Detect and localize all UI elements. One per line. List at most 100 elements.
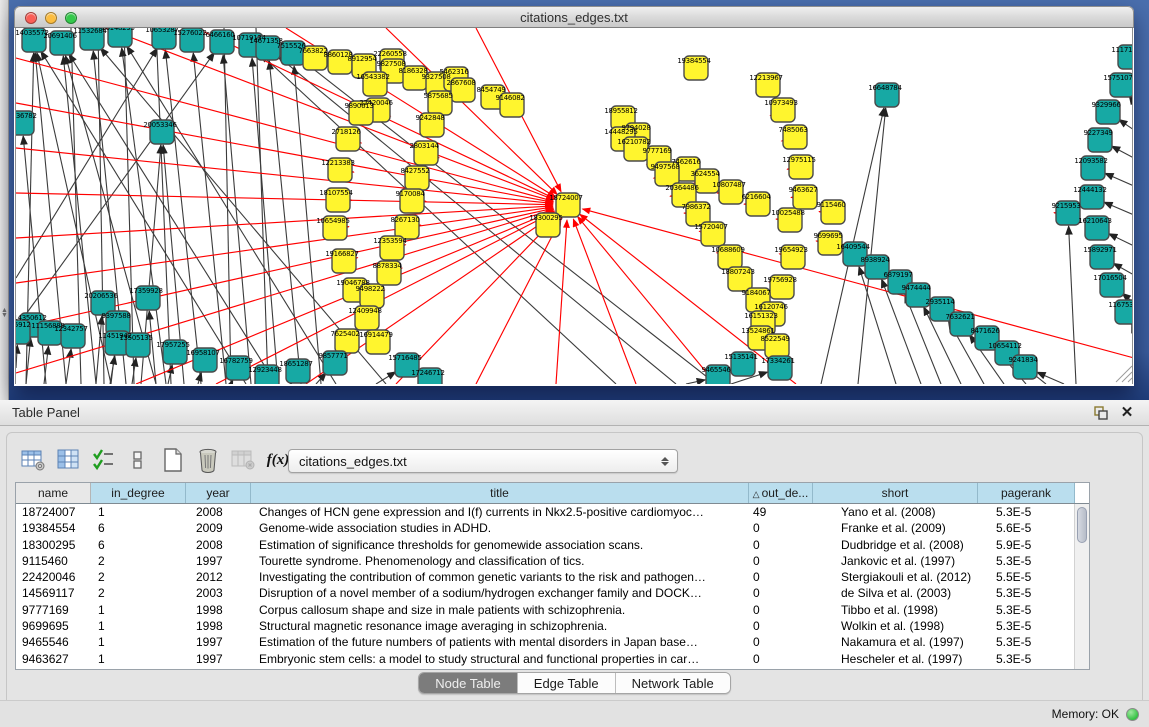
table-cell[interactable]: Nakamura et al. (1997): [813, 634, 978, 650]
table-cell[interactable]: 9699695: [16, 618, 91, 634]
tab-edge-table[interactable]: Edge Table: [518, 673, 616, 693]
column-header-year[interactable]: year: [186, 483, 251, 503]
table-cell[interactable]: 49: [749, 504, 813, 520]
table-cell[interactable]: 5.3E-5: [978, 585, 1075, 601]
table-select-dropdown[interactable]: citations_edges.txt: [288, 449, 678, 473]
table-cell[interactable]: 0: [749, 585, 813, 601]
table-row[interactable]: 1938455462009Genome-wide association stu…: [16, 520, 1089, 536]
row-height-button[interactable]: [123, 446, 153, 474]
table-cell[interactable]: 9777169: [16, 602, 91, 618]
table-cell[interactable]: 0: [749, 569, 813, 585]
table-row[interactable]: 969969511998Structural magnetic resonanc…: [16, 618, 1089, 634]
network-window-titlebar[interactable]: citations_edges.txt: [14, 6, 1134, 28]
column-header-short[interactable]: short: [813, 483, 978, 503]
tab-network-table[interactable]: Network Table: [616, 673, 730, 693]
table-cell[interactable]: Disruption of a novel member of a sodium…: [251, 585, 749, 601]
table-cell[interactable]: 5.3E-5: [978, 504, 1075, 520]
table-row[interactable]: 946362711997Embryonic stem cells: a mode…: [16, 651, 1089, 667]
table-cell[interactable]: 1: [91, 602, 186, 618]
table-settings-button[interactable]: [18, 446, 48, 474]
network-view-window[interactable]: citations_edges.txt 1403557220: [14, 6, 1134, 386]
table-cell[interactable]: Dudbridge et al. (2008): [813, 537, 978, 553]
table-cell[interactable]: 6: [91, 537, 186, 553]
table-cell[interactable]: 5.3E-5: [978, 553, 1075, 569]
table-cell[interactable]: 14569117: [16, 585, 91, 601]
citation-network-graph[interactable]: 1403557220691406115326841614829510653287…: [16, 28, 1133, 384]
table-cell[interactable]: 2: [91, 553, 186, 569]
table-cell[interactable]: Tibbo et al. (1998): [813, 602, 978, 618]
table-cell[interactable]: 0: [749, 634, 813, 650]
table-cell[interactable]: 5.5E-5: [978, 569, 1075, 585]
table-cell[interactable]: 5.3E-5: [978, 634, 1075, 650]
show-columns-button[interactable]: [53, 446, 83, 474]
table-cell[interactable]: Investigating the contribution of common…: [251, 569, 749, 585]
scrollbar-thumb[interactable]: [1077, 507, 1087, 543]
delete-column-button[interactable]: [228, 446, 258, 474]
table-cell[interactable]: 9115460: [16, 553, 91, 569]
table-cell[interactable]: Tourette syndrome. Phenomenology and cla…: [251, 553, 749, 569]
minimize-window-button[interactable]: [45, 12, 57, 24]
table-row[interactable]: 1830029562008Estimation of significance …: [16, 537, 1089, 553]
table-cell[interactable]: 2009: [186, 520, 251, 536]
table-cell[interactable]: 5.6E-5: [978, 520, 1075, 536]
table-cell[interactable]: 2012: [186, 569, 251, 585]
table-cell[interactable]: Wolkin et al. (1998): [813, 618, 978, 634]
table-cell[interactable]: 0: [749, 520, 813, 536]
table-cell[interactable]: Corpus callosum shape and size in male p…: [251, 602, 749, 618]
table-row[interactable]: 977716911998Corpus callosum shape and si…: [16, 602, 1089, 618]
table-cell[interactable]: 0: [749, 537, 813, 553]
delete-table-button[interactable]: [193, 446, 223, 474]
table-cell[interactable]: Stergiakouli et al. (2012): [813, 569, 978, 585]
table-cell[interactable]: 9465546: [16, 634, 91, 650]
table-cell[interactable]: Franke et al. (2009): [813, 520, 978, 536]
table-cell[interactable]: 5.3E-5: [978, 618, 1075, 634]
table-cell[interactable]: Yano et al. (2008): [813, 504, 978, 520]
table-cell[interactable]: 1: [91, 504, 186, 520]
table-cell[interactable]: Changes of HCN gene expression and I(f) …: [251, 504, 749, 520]
table-cell[interactable]: 1: [91, 634, 186, 650]
new-table-button[interactable]: [158, 446, 188, 474]
table-cell[interactable]: 2003: [186, 585, 251, 601]
table-cell[interactable]: 22420046: [16, 569, 91, 585]
table-cell[interactable]: 1: [91, 618, 186, 634]
table-cell[interactable]: 2: [91, 569, 186, 585]
column-header-in_degree[interactable]: in_degree: [91, 483, 186, 503]
table-cell[interactable]: Embryonic stem cells: a model to study s…: [251, 651, 749, 667]
table-cell[interactable]: Structural magnetic resonance image aver…: [251, 618, 749, 634]
table-cell[interactable]: 18724007: [16, 504, 91, 520]
splitter-grip-icon[interactable]: ▲▼: [1, 308, 7, 318]
table-cell[interactable]: de Silva et al. (2003): [813, 585, 978, 601]
column-header-name[interactable]: name: [16, 483, 91, 503]
table-cell[interactable]: 6: [91, 520, 186, 536]
select-columns-button[interactable]: [88, 446, 118, 474]
table-cell[interactable]: Hescheler et al. (1997): [813, 651, 978, 667]
table-cell[interactable]: 0: [749, 553, 813, 569]
column-header-pagerank[interactable]: pagerank: [978, 483, 1075, 503]
table-cell[interactable]: 5.3E-5: [978, 651, 1075, 667]
table-cell[interactable]: 1997: [186, 651, 251, 667]
table-row[interactable]: 2242004622012Investigating the contribut…: [16, 569, 1089, 585]
table-cell[interactable]: 1997: [186, 634, 251, 650]
column-header-out_de[interactable]: △out_de...: [749, 483, 813, 503]
table-cell[interactable]: Genome-wide association studies in ADHD.: [251, 520, 749, 536]
table-cell[interactable]: 18300295: [16, 537, 91, 553]
close-window-button[interactable]: [25, 12, 37, 24]
table-row[interactable]: 1456911722003Disruption of a novel membe…: [16, 585, 1089, 601]
table-cell[interactable]: 1998: [186, 602, 251, 618]
float-panel-button[interactable]: [1091, 404, 1111, 422]
table-cell[interactable]: 2: [91, 585, 186, 601]
table-cell[interactable]: 9463627: [16, 651, 91, 667]
column-header-title[interactable]: title: [251, 483, 749, 503]
table-cell[interactable]: Estimation of the future numbers of pati…: [251, 634, 749, 650]
table-cell[interactable]: 5.9E-5: [978, 537, 1075, 553]
table-cell[interactable]: 0: [749, 651, 813, 667]
table-row[interactable]: 911546021997Tourette syndrome. Phenomeno…: [16, 553, 1089, 569]
table-vertical-scrollbar[interactable]: [1074, 504, 1089, 669]
table-cell[interactable]: 0: [749, 602, 813, 618]
canvas-resize-grip-icon[interactable]: [1116, 366, 1132, 382]
network-canvas[interactable]: 1403557220691406115326841614829510653287…: [15, 28, 1133, 384]
table-cell[interactable]: Estimation of significance thresholds fo…: [251, 537, 749, 553]
table-cell[interactable]: 19384554: [16, 520, 91, 536]
table-cell[interactable]: 2008: [186, 537, 251, 553]
tab-node-table[interactable]: Node Table: [419, 673, 518, 693]
